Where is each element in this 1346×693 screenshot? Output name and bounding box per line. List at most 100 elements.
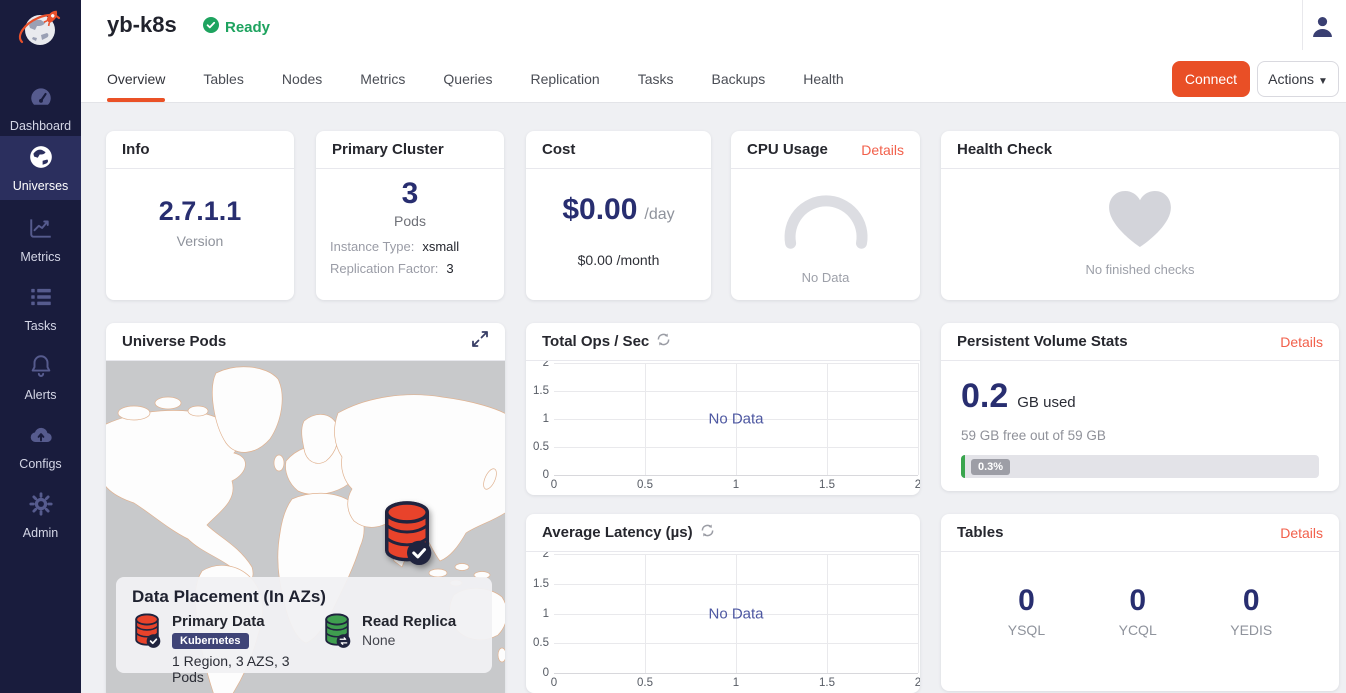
primary-cluster-card: Primary Cluster 3 Pods Instance Type: xs… xyxy=(316,131,504,300)
x-tick: 1 xyxy=(733,479,739,491)
volume-percent-badge: 0.3% xyxy=(971,459,1010,475)
ysql-count: 0 xyxy=(1018,584,1035,618)
refresh-icon[interactable] xyxy=(700,523,715,542)
volume-progress-fill xyxy=(961,455,965,478)
legend-title: Data Placement (In AZs) xyxy=(132,587,476,607)
sidebar-item-label: Admin xyxy=(23,526,58,540)
x-tick: 0.5 xyxy=(637,479,653,491)
gauge-arc-icon xyxy=(782,185,870,256)
tab-metrics[interactable]: Metrics xyxy=(360,59,405,102)
sidebar: Dashboard Universes Metrics Tasks Alerts xyxy=(0,0,81,693)
x-tick: 1 xyxy=(733,677,739,689)
region-marker-database-icon[interactable] xyxy=(380,499,434,569)
dashboard-icon xyxy=(28,84,54,115)
sidebar-item-label: Dashboard xyxy=(10,119,71,133)
sidebar-item-dashboard[interactable]: Dashboard xyxy=(0,76,81,140)
version-value: 2.7.1.1 xyxy=(159,196,242,227)
sidebar-item-universes[interactable]: Universes xyxy=(0,136,81,200)
card-title: Cost xyxy=(542,141,575,158)
tab-overview[interactable]: Overview xyxy=(107,59,165,102)
sidebar-item-configs[interactable]: Configs xyxy=(0,414,81,478)
cost-per-month: $0.00 /month xyxy=(578,252,660,268)
actions-label: Actions xyxy=(1268,71,1314,87)
heart-icon xyxy=(1109,191,1171,252)
primary-data-legend-item: Primary Data Kubernetes 1 Region, 3 AZS,… xyxy=(132,613,322,685)
replication-factor-key: Replication Factor: xyxy=(330,261,438,276)
tab-nodes[interactable]: Nodes xyxy=(282,59,322,102)
pods-count: 3 xyxy=(402,177,419,211)
cpu-details-link[interactable]: Details xyxy=(861,142,904,158)
free-space-text: 59 GB free out of 59 GB xyxy=(961,428,1319,443)
replication-factor-value: 3 xyxy=(446,261,453,276)
info-card: Info 2.7.1.1 Version xyxy=(106,131,294,300)
yedis-stat: 0 YEDIS xyxy=(1230,584,1272,638)
volume-progress-bar: 0.3% xyxy=(961,455,1319,478)
configs-cloud-icon xyxy=(28,422,54,453)
chevron-down-icon: ▼ xyxy=(1318,76,1328,87)
ycql-count: 0 xyxy=(1129,584,1146,618)
sidebar-item-label: Alerts xyxy=(25,388,57,402)
tab-health[interactable]: Health xyxy=(803,59,843,102)
sidebar-item-label: Metrics xyxy=(20,250,60,264)
y-tick: 0.5 xyxy=(533,637,549,649)
cost-card: Cost $0.00 /day $0.00 /month xyxy=(526,131,711,300)
replica-database-icon xyxy=(322,613,352,685)
gb-used-unit: GB used xyxy=(1017,394,1075,411)
user-profile-icon[interactable] xyxy=(1311,15,1334,43)
no-data-text: No Data xyxy=(708,411,763,428)
gridline xyxy=(918,363,919,475)
gridline xyxy=(554,554,918,555)
primary-data-label: Primary Data xyxy=(172,613,322,630)
no-data-text: No Data xyxy=(708,605,763,622)
y-tick: 2 xyxy=(543,361,549,369)
volume-details-link[interactable]: Details xyxy=(1280,334,1323,350)
alerts-bell-icon xyxy=(28,353,54,384)
chart-area: 2 1.5 1 0.5 0 0 0.5 1 1.5 2 No Data xyxy=(526,361,920,495)
x-tick: 0 xyxy=(551,677,557,689)
instance-type-value: xsmall xyxy=(422,239,459,254)
ysql-label: YSQL xyxy=(1008,622,1045,638)
tab-backups[interactable]: Backups xyxy=(712,59,766,102)
replication-factor-row: Replication Factor: 3 xyxy=(330,261,490,276)
sidebar-item-admin[interactable]: Admin xyxy=(0,483,81,547)
x-tick: 1.5 xyxy=(819,479,835,491)
tab-replication[interactable]: Replication xyxy=(530,59,599,102)
x-tick: 0.5 xyxy=(637,677,653,689)
gb-used-value: 0.2 xyxy=(961,377,1008,416)
sidebar-item-label: Configs xyxy=(19,457,61,471)
y-tick: 0 xyxy=(543,667,549,679)
metrics-chart-icon xyxy=(28,215,54,246)
average-latency-card: Average Latency (µs) 2 1.5 1 0.5 xyxy=(526,514,920,693)
yugabyte-logo-icon[interactable] xyxy=(14,2,67,55)
sidebar-item-alerts[interactable]: Alerts xyxy=(0,345,81,409)
tables-details-link[interactable]: Details xyxy=(1280,525,1323,541)
sidebar-item-label: Universes xyxy=(13,179,69,193)
card-title: Health Check xyxy=(957,141,1052,158)
y-tick: 1.5 xyxy=(533,578,549,590)
expand-icon[interactable] xyxy=(471,330,489,353)
gridline xyxy=(554,584,918,585)
sidebar-item-tasks[interactable]: Tasks xyxy=(0,276,81,340)
refresh-icon[interactable] xyxy=(656,332,671,351)
health-check-card: Health Check No finished checks xyxy=(941,131,1339,300)
primary-database-icon xyxy=(132,613,162,685)
app-window: Dashboard Universes Metrics Tasks Alerts xyxy=(0,0,1346,693)
connect-button[interactable]: Connect xyxy=(1172,61,1250,97)
top-bar: yb-k8s Ready Overview Tables Nodes Metri… xyxy=(81,0,1346,103)
tab-tables[interactable]: Tables xyxy=(203,59,243,102)
gridline xyxy=(554,363,918,364)
universes-globe-icon xyxy=(28,144,54,175)
x-tick: 0 xyxy=(551,479,557,491)
tab-bar: Overview Tables Nodes Metrics Queries Re… xyxy=(107,59,844,102)
universe-title: yb-k8s xyxy=(107,12,177,38)
admin-gear-icon xyxy=(28,491,54,522)
tab-tasks[interactable]: Tasks xyxy=(638,59,674,102)
tab-queries[interactable]: Queries xyxy=(443,59,492,102)
actions-dropdown-button[interactable]: Actions ▼ xyxy=(1257,61,1339,97)
y-tick: 1 xyxy=(543,413,549,425)
y-tick: 1 xyxy=(543,608,549,620)
instance-type-row: Instance Type: xsmall xyxy=(330,239,490,254)
y-tick: 0 xyxy=(543,469,549,481)
world-map[interactable]: Data Placement (In AZs) xyxy=(106,361,505,693)
sidebar-item-metrics[interactable]: Metrics xyxy=(0,207,81,271)
